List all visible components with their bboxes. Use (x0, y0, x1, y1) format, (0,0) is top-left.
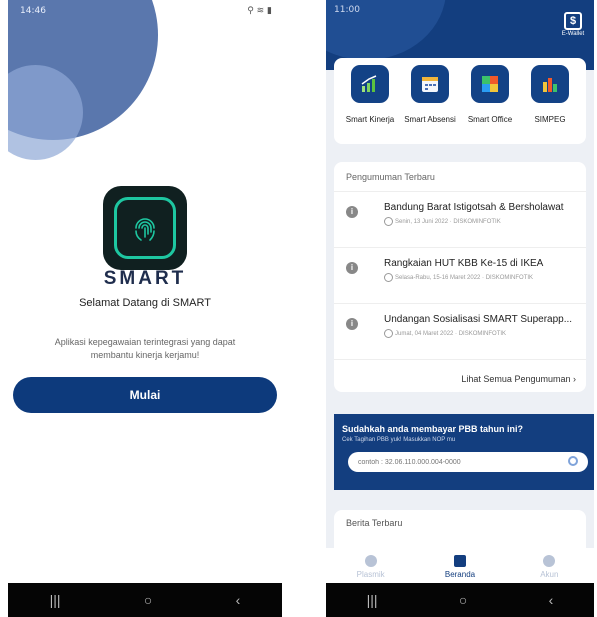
announcement-meta: Jumat, 04 Maret 2022 · DISKOMINFOTIK (384, 329, 580, 339)
fingerprint-icon (114, 197, 176, 259)
quick-menu: Smart Kinerja Smart Absensi Smart Office… (334, 58, 586, 144)
announcement-title: Undangan Sosialisasi SMART Superapp... (384, 314, 573, 325)
data-icon (531, 65, 569, 103)
system-nav-bar: ||| ○ ‹ (8, 583, 282, 617)
tab-plasmik[interactable]: Plasmik (336, 554, 406, 579)
announcement-item[interactable]: i Rangkaian HUT KBB Ke-15 di IKEA Selasa… (334, 248, 586, 304)
bottom-tab-bar: Plasmik Beranda Akun (326, 548, 594, 585)
e-wallet-button[interactable]: $ E-Wallet (558, 12, 588, 37)
menu-smart-absensi[interactable]: Smart Absensi (400, 65, 460, 124)
tab-beranda[interactable]: Beranda (425, 554, 495, 579)
announcement-meta: Selasa-Rabu, 15-16 Maret 2022 · DISKOMIN… (384, 273, 580, 283)
news-title: Berita Terbaru (346, 518, 403, 528)
tab-akun[interactable]: Akun (514, 554, 584, 579)
search-icon[interactable] (568, 456, 578, 466)
announcement-meta-text: Senin, 13 Juni 2022 · DISKOMINFOTIK (395, 219, 501, 226)
menu-label: Smart Kinerja (345, 115, 395, 124)
calendar-icon (411, 65, 449, 103)
status-icons: ⚲ ≋ ▮ (247, 6, 272, 16)
announcements-title: Pengumuman Terbaru (334, 162, 586, 192)
tab-label: Beranda (444, 569, 476, 579)
announcement-meta: Senin, 13 Juni 2022 · DISKOMINFOTIK (384, 217, 580, 227)
menu-label: Smart Office (467, 115, 513, 124)
announcement-item[interactable]: i Bandung Barat Istigotsah & Bersholawat… (334, 192, 586, 248)
wallet-icon: $ (564, 12, 582, 30)
status-bar: 14:46 ⚲ ≋ ▮ (20, 6, 272, 22)
chevron-right-icon: › (573, 374, 576, 384)
announcement-title: Bandung Barat Istigotsah & Bersholawat (384, 202, 564, 213)
logo-wordmark: SMART (103, 268, 187, 289)
info-icon (364, 554, 377, 567)
menu-label: Smart Absensi (404, 115, 456, 124)
menu-smart-kinerja[interactable]: Smart Kinerja (340, 65, 400, 124)
back-button[interactable]: ‹ (549, 592, 554, 608)
back-button[interactable]: ‹ (236, 592, 241, 608)
clock-icon (384, 217, 393, 226)
pbb-subtitle: Cek Tagihan PBB yuk! Masukkan NOP mu (342, 437, 456, 443)
system-nav-bar: ||| ○ ‹ (326, 583, 594, 617)
user-icon (543, 554, 556, 567)
home-button[interactable]: ○ (459, 592, 467, 608)
see-all-label: Lihat Semua Pengumuman (461, 374, 571, 384)
announcements-card: Pengumuman Terbaru i Bandung Barat Istig… (334, 162, 586, 392)
status-time: 11:00 (334, 5, 360, 15)
pbb-banner: Sudahkah anda membayar PBB tahun ini? Ce… (334, 414, 594, 490)
start-button[interactable]: Mulai (13, 377, 277, 413)
announcement-meta-text: Jumat, 04 Maret 2022 · DISKOMINFOTIK (395, 331, 507, 338)
pbb-title: Sudahkah anda membayar PBB tahun ini? (342, 424, 524, 434)
home-screen: 11:00 $ E-Wallet Smart Kinerja Smart Abs… (326, 0, 594, 617)
office-icon (471, 65, 509, 103)
tab-label: Plasmik (356, 569, 385, 579)
announcement-item[interactable]: i Undangan Sosialisasi SMART Superapp...… (334, 304, 586, 360)
bar-chart-icon (351, 65, 389, 103)
home-icon (453, 554, 466, 567)
announcement-title: Rangkaian HUT KBB Ke-15 di IKEA (384, 258, 544, 269)
status-bar: 11:00 (334, 5, 564, 15)
see-all-announcements-link[interactable]: Lihat Semua Pengumuman › (461, 374, 576, 384)
home-button[interactable]: ○ (144, 592, 152, 608)
recent-apps-button[interactable]: ||| (367, 592, 378, 608)
welcome-screen: 14:46 ⚲ ≋ ▮ SMART Selamat Datang di SMAR… (8, 0, 282, 617)
menu-label: SIMPEG (534, 115, 566, 124)
announcement-meta-text: Selasa-Rabu, 15-16 Maret 2022 · DISKOMIN… (395, 275, 534, 282)
welcome-title: Selamat Datang di SMART (79, 297, 211, 309)
recent-apps-button[interactable]: ||| (50, 592, 61, 608)
smart-logo-icon (103, 186, 187, 270)
welcome-description: Aplikasi kepegawaian terintegrasi yang d… (54, 337, 236, 360)
info-icon: i (346, 262, 358, 274)
clock-icon (384, 329, 393, 338)
menu-smart-office[interactable]: Smart Office (460, 65, 520, 124)
info-icon: i (346, 206, 358, 218)
nop-input[interactable] (348, 452, 588, 472)
menu-simpeg[interactable]: SIMPEG (520, 65, 580, 124)
clock-icon (384, 273, 393, 282)
tab-label: Akun (540, 569, 559, 579)
info-icon: i (346, 318, 358, 330)
status-time: 14:46 (20, 6, 46, 16)
e-wallet-label: E-Wallet (561, 31, 585, 37)
